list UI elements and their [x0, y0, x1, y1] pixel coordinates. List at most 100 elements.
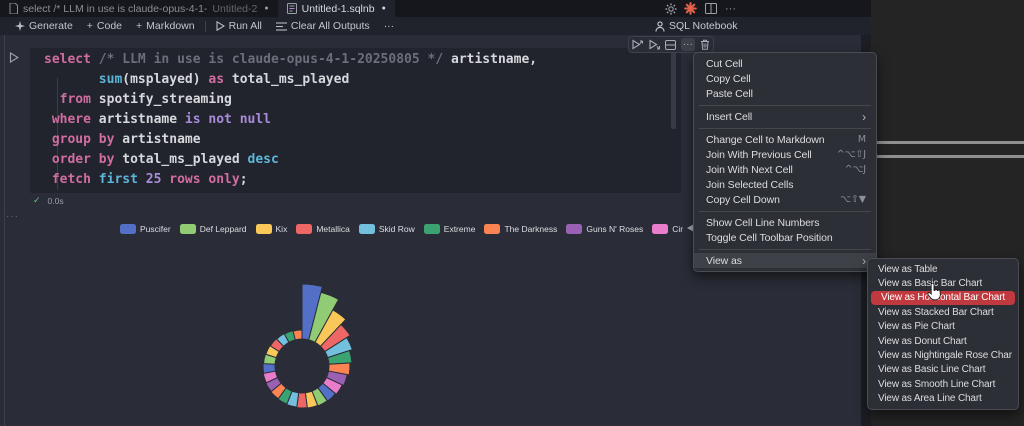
- menu-item-view-as-basic-bar-chart[interactable]: View as Basic Bar Chart: [868, 276, 1018, 290]
- menu-item-shortcut: ^⌥⇧J: [837, 149, 866, 160]
- menu-item-view-as-pie-chart[interactable]: View as Pie Chart: [868, 320, 1018, 334]
- code-token: group: [52, 132, 91, 147]
- code-line[interactable]: order by total_ms_played desc: [44, 150, 537, 170]
- menu-item-view-as-smooth-line-chart[interactable]: View as Smooth Line Chart: [868, 377, 1018, 391]
- code-token: [443, 52, 451, 67]
- menu-item-show-cell-line-numbers[interactable]: Show Cell Line Numbers: [694, 215, 876, 230]
- menu-separator: [699, 128, 871, 129]
- code-token: [138, 172, 146, 187]
- legend-label: The Darkness: [504, 224, 557, 234]
- menu-item-copy-cell-down[interactable]: Copy Cell Down⌥⇧▼: [694, 192, 876, 207]
- chart-legend: Puscifer Def Leppard Kix Metallica Skid Row E…: [120, 221, 683, 237]
- menu-item-label: Copy Cell: [706, 73, 866, 85]
- menu-item-view-as-nightingale-rose-chart[interactable]: View as Nightingale Rose Chart: [868, 348, 1018, 362]
- legend-item[interactable]: Skid Row: [359, 224, 415, 234]
- code-line[interactable]: sum(msplayed) as total_ms_played: [44, 70, 537, 90]
- code-token: null: [240, 112, 271, 127]
- menu-item-view-as-table[interactable]: View as Table: [868, 262, 1018, 276]
- legend-item[interactable]: Cinderella: [652, 224, 683, 234]
- menu-item-join-with-previous-cell[interactable]: Join With Previous Cell^⌥⇧J: [694, 147, 876, 162]
- notebook-toolbar: Generate + Code + Markdown Run All: [0, 17, 871, 35]
- legend-color-chip: [180, 224, 196, 234]
- kernel-picker[interactable]: SQL Notebook: [655, 17, 738, 35]
- legend-item[interactable]: The Darkness: [484, 224, 557, 234]
- rose-slice[interactable]: [263, 364, 275, 374]
- toolbar-more-button[interactable]: ···: [377, 17, 402, 35]
- rose-slice[interactable]: [293, 330, 302, 340]
- sql-code[interactable]: select /* LLM in use is claude-opus-4-1-…: [44, 50, 537, 190]
- plus-icon: +: [87, 20, 93, 32]
- legend-color-chip: [566, 224, 582, 234]
- menu-item-shortcut: M: [858, 134, 866, 145]
- menu-item-label: View as Pie Chart: [878, 321, 1012, 332]
- cell-more-actions-icon[interactable]: ···: [681, 38, 695, 51]
- legend-item[interactable]: Extreme: [424, 224, 476, 234]
- legend-item[interactable]: Kix: [256, 224, 288, 234]
- modified-dot[interactable]: ●: [264, 5, 268, 12]
- code-token: [91, 52, 99, 67]
- menu-item-view-as-horizontal-bar-chart[interactable]: View as Horizontal Bar Chart: [871, 291, 1015, 305]
- add-code-cell-button[interactable]: + Code: [80, 17, 129, 35]
- add-markdown-cell-button[interactable]: + Markdown: [129, 17, 202, 35]
- code-token: select: [44, 52, 91, 67]
- menu-item-copy-cell[interactable]: Copy Cell: [694, 71, 876, 86]
- play-icon: [216, 21, 225, 31]
- legend-item[interactable]: Puscifer: [120, 224, 171, 234]
- cell-scrollbar[interactable]: [671, 49, 676, 129]
- execution-time: 0.0s: [48, 196, 64, 206]
- code-token: 25: [146, 172, 162, 187]
- tab-untitled-1-sqlnb[interactable]: Untitled-1.sqlnb ●: [278, 0, 395, 17]
- legend-item[interactable]: Metallica: [296, 224, 350, 234]
- menu-item-label: Change Cell to Markdown: [706, 134, 858, 146]
- plus-icon: +: [136, 20, 142, 32]
- output-more-icon[interactable]: ···: [6, 211, 19, 222]
- split-editor-icon[interactable]: [704, 2, 717, 15]
- code-token: from: [60, 92, 91, 107]
- clear-outputs-icon: [276, 22, 287, 31]
- tab-untitled-2[interactable]: select /* LLM in use is claude-opus-4-1-…: [0, 0, 278, 17]
- execute-above-icon[interactable]: [630, 38, 644, 51]
- record-indicator-icon[interactable]: [684, 2, 697, 15]
- code-line[interactable]: fetch first 25 rows only;: [44, 170, 537, 190]
- menu-item-change-cell-to-markdown[interactable]: Change Cell to MarkdownM: [694, 132, 876, 147]
- code-token: desc: [248, 152, 279, 167]
- menu-item-paste-cell[interactable]: Paste Cell: [694, 86, 876, 101]
- menu-item-cut-cell[interactable]: Cut Cell: [694, 56, 876, 71]
- generate-button[interactable]: Generate: [8, 17, 80, 35]
- cell-toolbar: ···: [628, 36, 714, 53]
- code-line[interactable]: group by artistname: [44, 130, 537, 150]
- menu-item-join-selected-cells[interactable]: Join Selected Cells: [694, 177, 876, 192]
- menu-item-join-with-next-cell[interactable]: Join With Next Cell^⌥J: [694, 162, 876, 177]
- code-line[interactable]: where artistname is not null: [44, 110, 537, 130]
- run-cell-button[interactable]: [9, 52, 19, 63]
- menu-item-label: View as Horizontal Bar Chart: [881, 292, 1009, 303]
- legend-label: Metallica: [316, 224, 350, 234]
- delete-cell-icon[interactable]: [698, 38, 712, 51]
- split-cell-icon[interactable]: [664, 38, 678, 51]
- code-cell-editor[interactable]: select /* LLM in use is claude-opus-4-1-…: [30, 48, 681, 193]
- legend-item[interactable]: Guns N' Roses: [566, 224, 643, 234]
- execute-below-icon[interactable]: [647, 38, 661, 51]
- run-all-button[interactable]: Run All: [209, 17, 269, 35]
- code-line[interactable]: from spotify_streaming: [44, 90, 537, 110]
- menu-item-view-as-basic-line-chart[interactable]: View as Basic Line Chart: [868, 363, 1018, 377]
- code-line[interactable]: select /* LLM in use is claude-opus-4-1-…: [44, 50, 537, 70]
- menu-item-shortcut: ^⌥J: [845, 164, 866, 175]
- menu-item-view-as[interactable]: View as›: [694, 253, 876, 268]
- clear-all-outputs-button[interactable]: Clear All Outputs: [269, 17, 377, 35]
- menu-item-view-as-area-line-chart[interactable]: View as Area Line Chart: [868, 392, 1018, 406]
- modified-dot[interactable]: ●: [382, 5, 386, 12]
- menu-item-view-as-donut-chart[interactable]: View as Donut Chart: [868, 334, 1018, 348]
- legend-item[interactable]: Def Leppard: [180, 224, 247, 234]
- gear-icon[interactable]: [664, 2, 677, 15]
- menu-item-view-as-stacked-bar-chart[interactable]: View as Stacked Bar Chart: [868, 305, 1018, 319]
- more-actions-icon[interactable]: ···: [724, 2, 737, 15]
- menu-item-toggle-cell-toolbar-position[interactable]: Toggle Cell Toolbar Position: [694, 230, 876, 245]
- menu-item-label: View as Area Line Chart: [878, 393, 1012, 404]
- code-token: [44, 152, 52, 167]
- menu-item-label: Insert Cell: [706, 111, 854, 123]
- execution-status: ✓ 0.0s: [33, 195, 64, 206]
- nightingale-rose-chart[interactable]: [200, 240, 420, 426]
- toolbar-divider: [205, 21, 206, 32]
- menu-item-insert-cell[interactable]: Insert Cell›: [694, 109, 876, 124]
